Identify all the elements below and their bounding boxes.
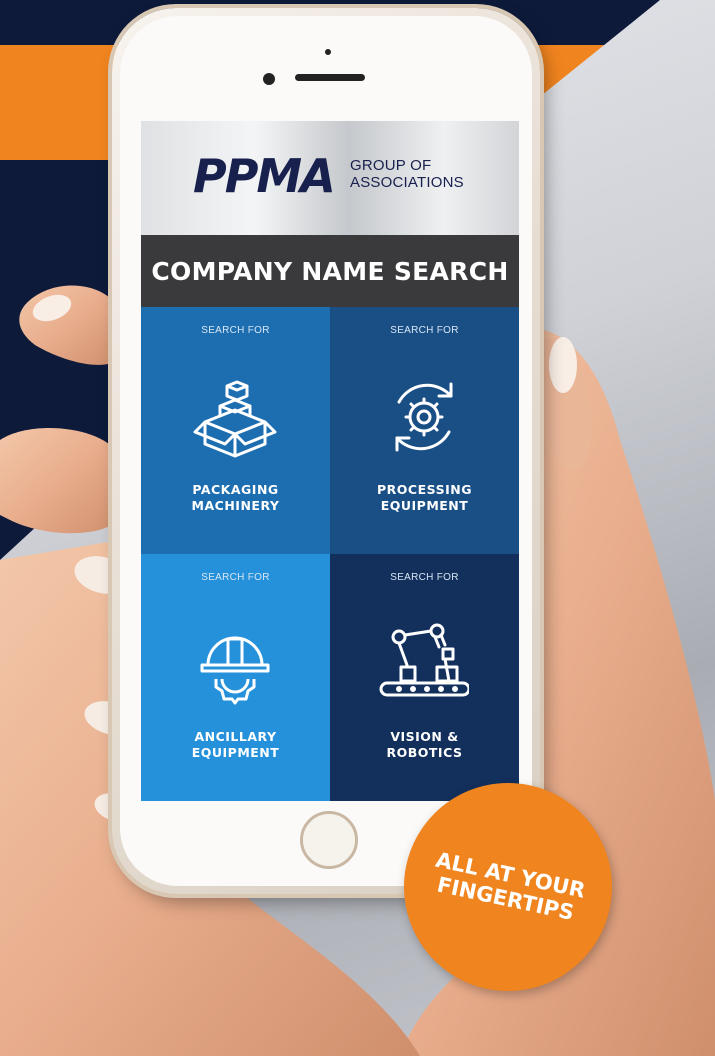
tile-packaging-machinery[interactable]: SEARCH FOR PACKAGING MACHINERY bbox=[141, 307, 330, 554]
home-button[interactable] bbox=[300, 811, 358, 869]
tile-label-line1: VISION & bbox=[390, 729, 459, 744]
logo-subtitle: GROUP OF ASSOCIATIONS bbox=[350, 157, 480, 191]
tile-label: PROCESSING EQUIPMENT bbox=[330, 482, 519, 514]
front-camera bbox=[263, 73, 275, 85]
phone-device: PPMA GROUP OF ASSOCIATIONS COMPANY NAME … bbox=[112, 8, 540, 894]
logo-subtitle-line1: GROUP OF bbox=[350, 157, 432, 174]
logo-subtitle-line2: ASSOCIATIONS bbox=[350, 174, 464, 191]
gear-cycle-icon bbox=[395, 382, 453, 452]
hardhat-gear-icon bbox=[200, 636, 270, 705]
tile-eyebrow: SEARCH FOR bbox=[390, 325, 459, 336]
page-title: COMPANY NAME SEARCH bbox=[151, 256, 509, 286]
tile-label-line1: PACKAGING bbox=[192, 482, 279, 497]
robot-arm-icon bbox=[379, 623, 469, 697]
tile-label-line1: ANCILLARY bbox=[194, 729, 277, 744]
tile-processing-equipment[interactable]: SEARCH FOR PROCESSING EQUIPMENT bbox=[330, 307, 519, 554]
tile-label-line2: EQUIPMENT bbox=[191, 745, 280, 760]
earpiece-speaker bbox=[295, 74, 365, 81]
tile-label-line2: ROBOTICS bbox=[386, 745, 463, 760]
tile-ancillary-equipment[interactable]: SEARCH FOR ANCILLARY EQUIPMENT bbox=[141, 554, 330, 801]
tile-label-line1: PROCESSING bbox=[377, 482, 472, 497]
tile-eyebrow: SEARCH FOR bbox=[390, 572, 459, 583]
tile-label: PACKAGING MACHINERY bbox=[141, 482, 330, 514]
title-bar: COMPANY NAME SEARCH bbox=[141, 235, 519, 307]
tile-label: ANCILLARY EQUIPMENT bbox=[141, 729, 330, 761]
ppma-logo: PPMA bbox=[193, 149, 336, 203]
phone-face: PPMA GROUP OF ASSOCIATIONS COMPANY NAME … bbox=[120, 16, 532, 886]
tile-eyebrow: SEARCH FOR bbox=[201, 572, 270, 583]
fingertips-badge: ALL AT YOUR FINGERTIPS bbox=[404, 783, 612, 991]
tile-label-line2: EQUIPMENT bbox=[380, 498, 469, 513]
tile-label-line2: MACHINERY bbox=[191, 498, 280, 513]
tile-eyebrow: SEARCH FOR bbox=[201, 325, 270, 336]
tile-label: VISION & ROBOTICS bbox=[330, 729, 519, 761]
tile-vision-robotics[interactable]: SEARCH FOR VISION & ROBOTICS bbox=[330, 554, 519, 801]
badge-text: ALL AT YOUR FINGERTIPS bbox=[385, 764, 632, 1011]
proximity-sensor bbox=[325, 49, 331, 55]
boxes-icon bbox=[193, 380, 277, 458]
app-screen: PPMA GROUP OF ASSOCIATIONS COMPANY NAME … bbox=[141, 121, 519, 801]
app-header: PPMA GROUP OF ASSOCIATIONS bbox=[141, 121, 519, 235]
